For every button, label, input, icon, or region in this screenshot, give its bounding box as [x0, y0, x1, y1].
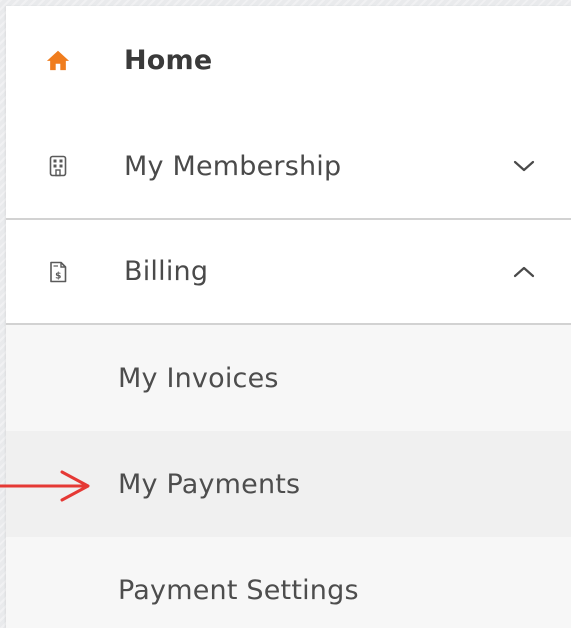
home-icon: [46, 48, 70, 72]
chevron-up-icon[interactable]: [511, 259, 537, 285]
submenu-item-payment-settings[interactable]: Payment Settings: [6, 537, 571, 628]
submenu-item-label: Payment Settings: [118, 574, 359, 606]
menu-item-my-membership-label: My Membership: [124, 150, 342, 182]
screenshot-stage: Home My Membership $ Billing My Invoices…: [0, 0, 571, 628]
invoice-icon: $: [46, 260, 70, 284]
red-pointer-arrow-icon: [0, 470, 90, 502]
menu-item-my-membership[interactable]: My Membership: [6, 114, 571, 220]
submenu-item-label: My Payments: [118, 468, 301, 500]
building-icon: [46, 154, 70, 178]
side-menu: Home My Membership $ Billing My Invoices…: [6, 6, 571, 628]
menu-item-home[interactable]: Home: [6, 6, 571, 114]
svg-text:$: $: [55, 271, 61, 281]
submenu-item-my-invoices[interactable]: My Invoices: [6, 325, 571, 431]
submenu-item-label: My Invoices: [118, 362, 279, 394]
chevron-down-icon[interactable]: [511, 153, 537, 179]
menu-item-home-label: Home: [124, 44, 213, 76]
menu-item-billing-label: Billing: [124, 256, 209, 287]
menu-item-billing[interactable]: $ Billing: [6, 220, 571, 325]
